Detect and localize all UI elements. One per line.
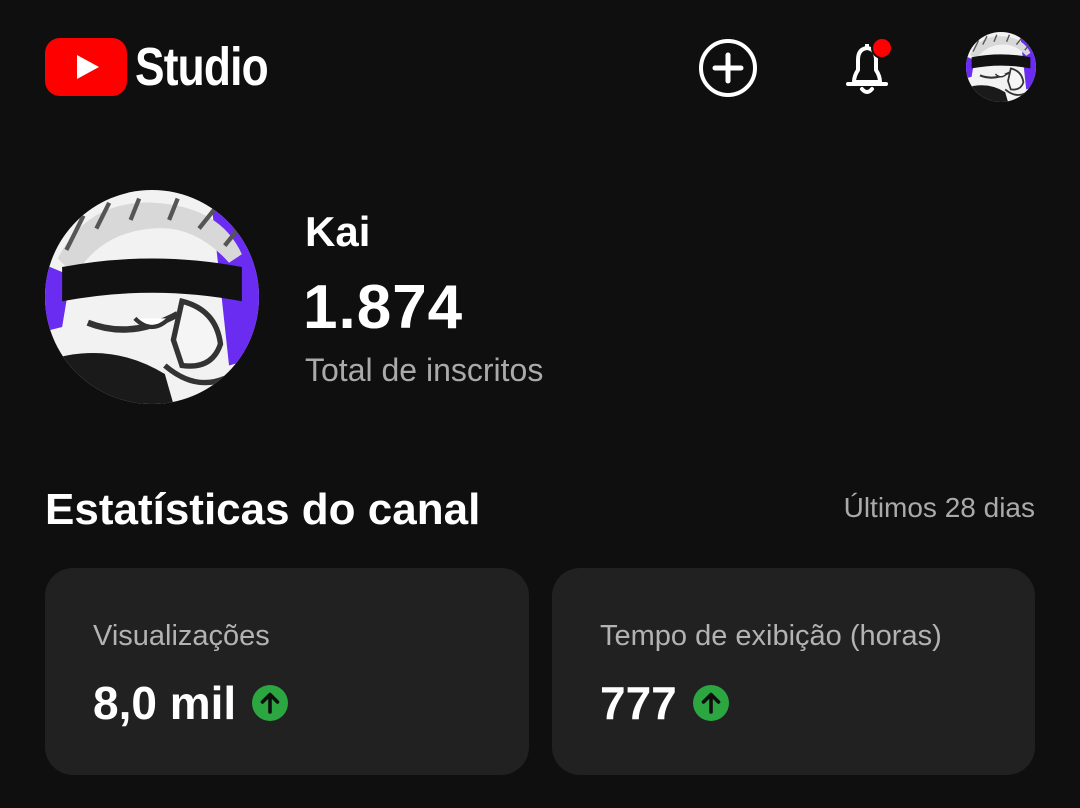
watch-time-card[interactable]: Tempo de exibição (horas) 777 [552, 568, 1035, 775]
brand-name: Studio [135, 37, 269, 97]
subscriber-label: Total de inscritos [305, 352, 544, 388]
channel-name: Kai [305, 208, 371, 255]
stats-period: Últimos 28 dias [843, 492, 1035, 523]
watch-time-value: 777 [600, 677, 677, 729]
account-avatar[interactable] [966, 32, 1036, 102]
views-value: 8,0 mil [93, 677, 237, 729]
notification-dot [871, 37, 893, 59]
create-plus-icon[interactable] [698, 38, 758, 98]
views-label: Visualizações [93, 620, 270, 652]
youtube-studio-logo[interactable]: Studio [45, 38, 297, 96]
subscriber-count: 1.874 [303, 273, 464, 342]
watch-time-label: Tempo de exibição (horas) [600, 620, 942, 652]
stats-section-title: Estatísticas do canal [45, 485, 481, 534]
views-card[interactable]: Visualizações 8,0 mil [45, 568, 529, 775]
channel-avatar[interactable] [45, 190, 259, 404]
trend-up-icon [692, 685, 729, 721]
top-app-bar: Studio [0, 0, 1080, 140]
trend-up-icon [252, 685, 289, 721]
notification-bell-icon[interactable] [838, 36, 898, 100]
youtube-logo-icon [45, 38, 127, 96]
